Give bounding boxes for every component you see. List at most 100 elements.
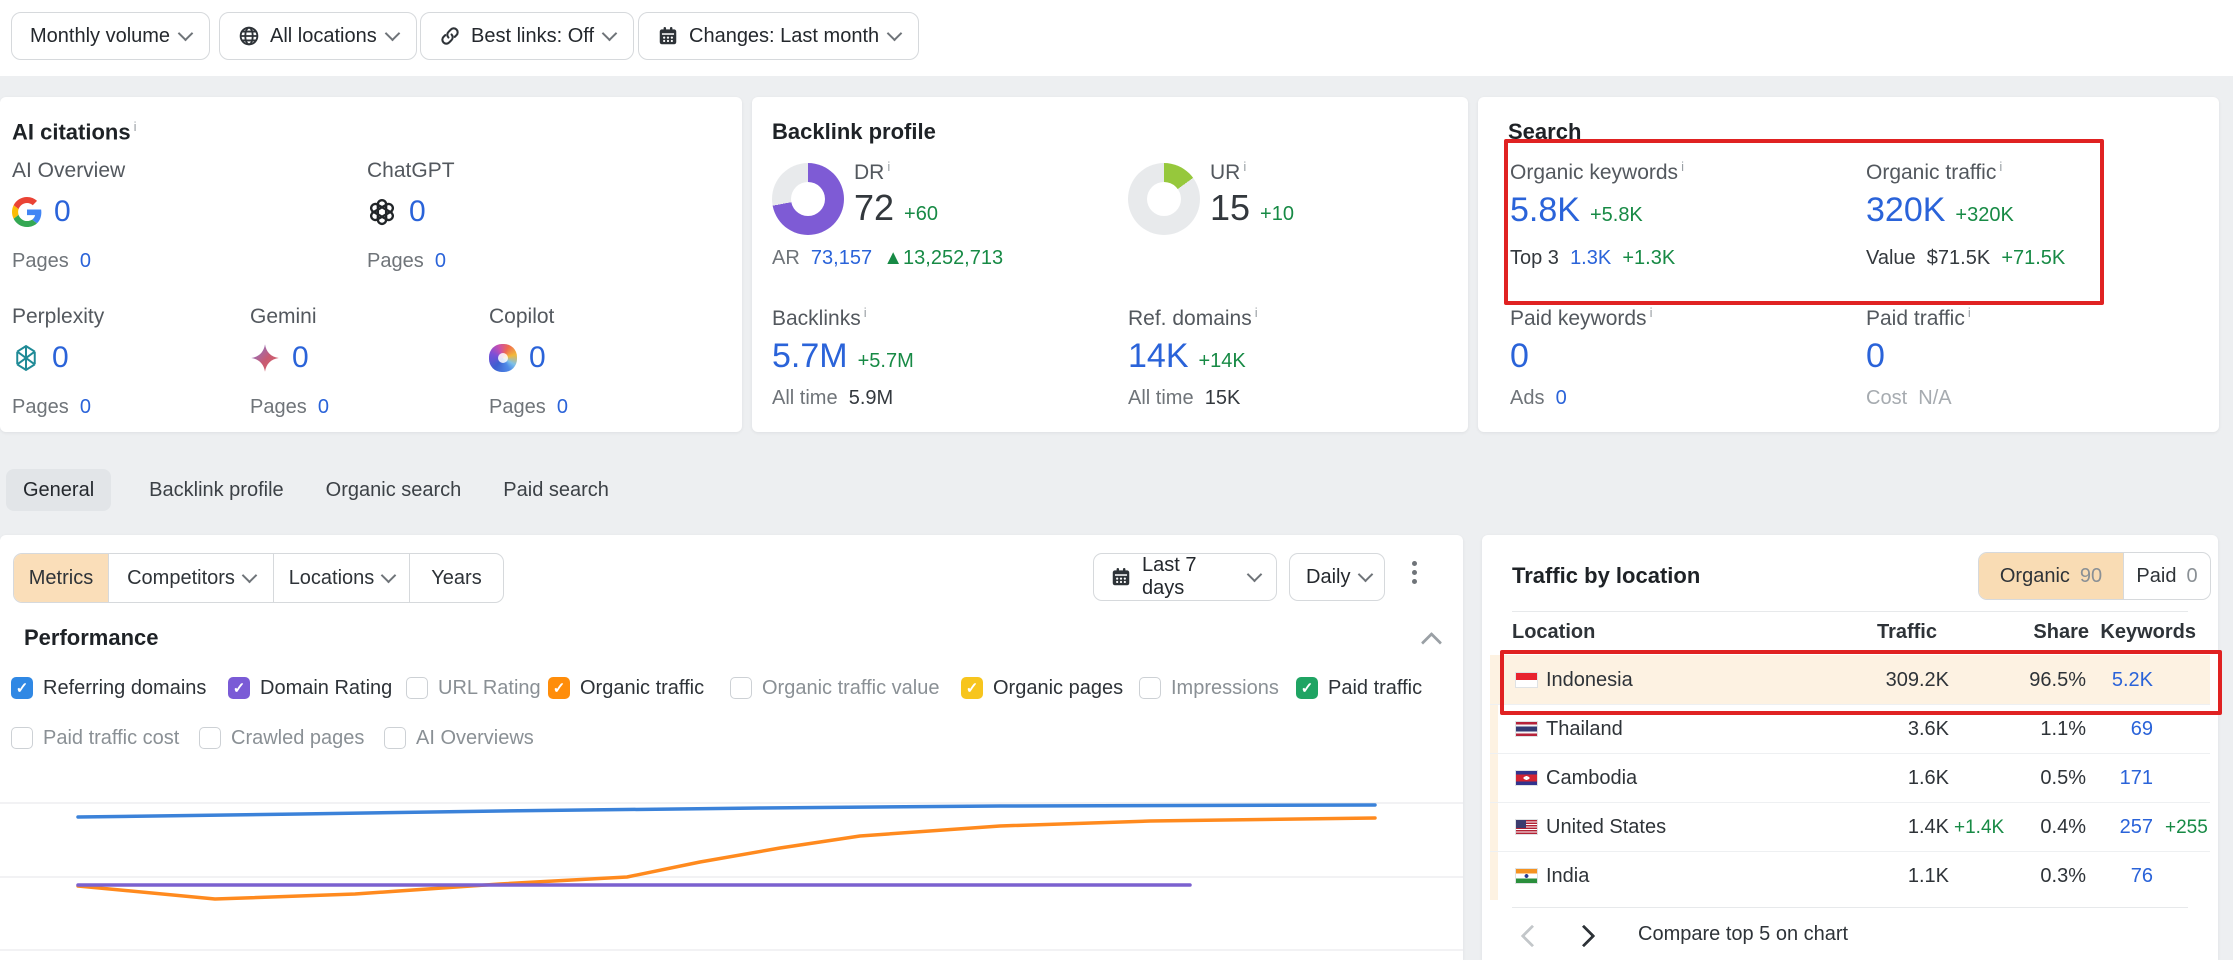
location-row-thailand[interactable]: Thailand 3.6K 1.1% 69 <box>1490 704 2210 754</box>
google-icon <box>12 197 42 227</box>
keywords-link[interactable]: 257 <box>2120 816 2153 839</box>
metric-label: Impressions <box>1171 677 1279 700</box>
metric-checkbox-impressions[interactable]: Impressions <box>1139 675 1279 701</box>
info-icon[interactable]: i <box>1650 305 1653 320</box>
top3-link[interactable]: 1.3K <box>1570 247 1611 269</box>
performance-line-chart[interactable] <box>0 760 1463 960</box>
keywords-delta: +255 <box>2165 817 2208 839</box>
paid-traffic-value[interactable]: 0 <box>1866 337 1885 376</box>
ai-card-value[interactable]: 0 <box>409 195 426 229</box>
pages-link[interactable]: 0 <box>557 396 568 418</box>
keywords-link[interactable]: 76 <box>2131 865 2153 888</box>
ai-citations-title: AI citationsi <box>12 119 136 145</box>
dr-value: 72+60 <box>854 187 938 229</box>
paid-keywords-value[interactable]: 0 <box>1510 337 1529 376</box>
info-icon[interactable]: i <box>134 119 137 134</box>
openai-icon <box>367 197 397 227</box>
ai-card-value-row: 0 <box>367 195 426 229</box>
compare-top5-button[interactable]: Compare top 5 on chart <box>1638 923 1848 946</box>
keywords-link[interactable]: 69 <box>2131 718 2153 741</box>
backlinks-value[interactable]: 5.7M+5.7M <box>772 337 914 376</box>
pages-link[interactable]: 0 <box>80 396 91 418</box>
organic-traffic-value[interactable]: 320K+320K <box>1866 191 2014 230</box>
checkbox-icon <box>11 727 33 749</box>
ref-domains-value[interactable]: 14K+14K <box>1128 337 1246 376</box>
next-page-button[interactable] <box>1573 925 1596 948</box>
organic-keywords-value[interactable]: 5.8K+5.8K <box>1510 191 1643 230</box>
ar-value-link[interactable]: 73,157 <box>811 247 872 269</box>
checkbox-icon <box>730 677 752 699</box>
info-icon[interactable]: i <box>887 159 890 174</box>
info-icon[interactable]: i <box>1243 159 1246 174</box>
metric-checkbox-paid-traffic-cost[interactable]: Paid traffic cost <box>11 725 179 751</box>
divider <box>1512 907 2188 908</box>
ai-card-value[interactable]: 0 <box>529 341 546 375</box>
pages-link[interactable]: 0 <box>435 250 446 272</box>
metric-checkbox-domain-rating[interactable]: ✓Domain Rating <box>228 675 392 701</box>
metric-checkbox-url-rating[interactable]: URL Rating <box>406 675 541 701</box>
ads-link[interactable]: 0 <box>1556 387 1567 409</box>
checkbox-icon: ✓ <box>228 677 250 699</box>
filter-monthly-volume[interactable]: Monthly volume <box>11 12 210 60</box>
col-traffic: Traffic <box>1877 621 1937 644</box>
segment-years[interactable]: Years <box>410 554 503 602</box>
filter-best-links-off[interactable]: Best links: Off <box>420 12 634 60</box>
segment-locations[interactable]: Locations <box>274 554 410 602</box>
location-row-cambodia[interactable]: Cambodia1.6K0.5%171 <box>1490 753 2210 803</box>
ref-domains-label: Ref. domainsi <box>1128 305 1258 331</box>
flag-icon-cambodia <box>1515 770 1538 786</box>
more-options-button[interactable] <box>1412 561 1417 584</box>
share-value: 0.5% <box>2040 767 2086 790</box>
globe-icon <box>238 25 260 47</box>
share-value: 1.1% <box>2040 718 2086 741</box>
prev-page-button[interactable] <box>1521 925 1544 948</box>
info-icon[interactable]: i <box>1999 159 2002 174</box>
chevron-down-icon <box>602 26 618 42</box>
tab-organic-search[interactable]: Organic search <box>322 479 466 502</box>
filter-all-locations[interactable]: All locations <box>219 12 417 60</box>
keywords-link[interactable]: 171 <box>2120 767 2153 790</box>
ref-domains-alltime: All time 15K <box>1128 387 1240 410</box>
metric-checkbox-paid-traffic[interactable]: ✓Paid traffic <box>1296 675 1422 701</box>
date-range-dropdown[interactable]: Last 7 days <box>1093 553 1277 601</box>
info-icon[interactable]: i <box>1255 305 1258 320</box>
granularity-dropdown[interactable]: Daily <box>1289 553 1385 601</box>
location-row-indonesia[interactable]: Indonesia309.2K96.5%5.2K <box>1490 655 2210 705</box>
pages-link[interactable]: 0 <box>80 250 91 272</box>
filter-changes-last-month[interactable]: Changes: Last month <box>638 12 919 60</box>
metric-checkbox-referring-domains[interactable]: ✓Referring domains <box>11 675 206 701</box>
metric-checkbox-crawled-pages[interactable]: Crawled pages <box>199 725 364 751</box>
info-icon[interactable]: i <box>1968 305 1971 320</box>
metric-label: Crawled pages <box>231 727 364 750</box>
tab-backlink-profile[interactable]: Backlink profile <box>145 479 288 502</box>
pages-link[interactable]: 0 <box>318 396 329 418</box>
date-range-label: Last 7 days <box>1142 554 1239 600</box>
ai-card-value[interactable]: 0 <box>54 195 71 229</box>
ai-card-value[interactable]: 0 <box>292 341 309 375</box>
metric-checkbox-organic-traffic-value[interactable]: Organic traffic value <box>730 675 940 701</box>
flag-icon-united-states <box>1515 819 1538 835</box>
share-value: 0.3% <box>2040 865 2086 888</box>
location-row-united-states[interactable]: United States1.4K+1.4K0.4%257+255 <box>1490 802 2210 852</box>
collapse-section-button[interactable] <box>1421 632 1442 653</box>
traffic-value: 3.6K <box>1908 718 1949 741</box>
keywords-link[interactable]: 5.2K <box>2112 669 2153 692</box>
location-row-india[interactable]: India1.1K0.3%76 <box>1490 851 2210 901</box>
tab-general[interactable]: General <box>6 469 111 511</box>
tab-paid-search[interactable]: Paid search <box>499 479 613 502</box>
metric-checkbox-organic-pages[interactable]: ✓Organic pages <box>961 675 1123 701</box>
segment-competitors[interactable]: Competitors <box>109 554 274 602</box>
report-tabs: General Backlink profile Organic search Pai… <box>6 468 613 512</box>
segment-metrics[interactable]: Metrics <box>14 554 109 602</box>
checkbox-icon <box>199 727 221 749</box>
metric-checkbox-organic-traffic[interactable]: ✓Organic traffic <box>548 675 704 701</box>
checkbox-icon <box>406 677 428 699</box>
info-icon[interactable]: i <box>864 305 867 320</box>
location-name: Thailand <box>1546 718 1623 741</box>
ai-card-value[interactable]: 0 <box>52 341 69 375</box>
toggle-paid[interactable]: Paid0 <box>2123 553 2210 599</box>
backlinks-alltime: All time 5.9M <box>772 387 893 410</box>
toggle-organic[interactable]: Organic90 <box>1979 553 2123 599</box>
info-icon[interactable]: i <box>1681 159 1684 174</box>
metric-checkbox-ai-overviews[interactable]: AI Overviews <box>384 725 534 751</box>
